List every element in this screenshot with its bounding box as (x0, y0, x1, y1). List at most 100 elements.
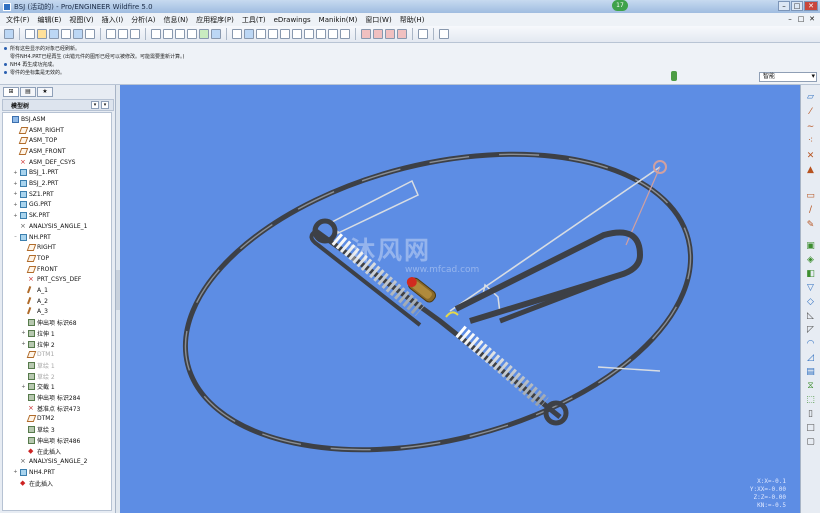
tree-item[interactable]: ◆ 在此插入 (21, 446, 61, 457)
expand-toggle-icon[interactable]: + (13, 202, 18, 208)
tree-item[interactable]: + 拉伸 2 (21, 339, 55, 350)
menu-manikin[interactable]: Manikin(M) (315, 16, 362, 24)
help-icon[interactable] (4, 29, 14, 39)
tree-item[interactable]: ASM_RIGHT (13, 125, 64, 136)
notification-badge[interactable]: 17 (612, 0, 628, 11)
tree-show-button[interactable]: ▾ (101, 101, 109, 109)
tree-settings-button[interactable]: ▾ (91, 101, 99, 109)
find-icon[interactable] (211, 29, 221, 39)
tree-item[interactable]: FRONT (21, 264, 58, 275)
menu-window[interactable]: 窗口(W) (361, 15, 395, 25)
expand-toggle-icon[interactable]: + (13, 181, 18, 187)
orient-mode-icon[interactable] (268, 29, 278, 39)
doc-restore-button[interactable]: □ (796, 14, 806, 24)
expand-toggle-icon[interactable]: + (21, 384, 26, 390)
annotation-icon[interactable] (418, 29, 428, 39)
tree-item[interactable]: + SZ1.PRT (13, 189, 54, 200)
pattern-icon[interactable]: ▤ (805, 367, 816, 378)
offset-icon[interactable]: □ (805, 423, 816, 434)
menu-edrawings[interactable]: eDrawings (270, 16, 315, 24)
menu-edit[interactable]: 编辑(E) (34, 15, 66, 25)
doc-minimize-button[interactable]: – (785, 14, 795, 24)
tree-item[interactable]: ⨯ PRT_CSYS_DEF (21, 275, 81, 286)
regenerate-icon[interactable] (199, 29, 209, 39)
tree-item[interactable]: A_3 (21, 307, 48, 318)
folder-browser-tab[interactable]: ▤ (20, 87, 36, 97)
zoom-out-icon[interactable] (292, 29, 302, 39)
tree-item[interactable]: ASM_TOP (13, 135, 57, 146)
close-button[interactable]: ✕ (804, 1, 818, 11)
expand-toggle-icon[interactable]: + (21, 341, 26, 347)
datum-plane-icon[interactable]: ▱ (805, 92, 816, 103)
zoom-in-icon[interactable] (280, 29, 290, 39)
paste-icon[interactable] (187, 29, 197, 39)
reorient-icon[interactable] (316, 29, 326, 39)
favorites-tab[interactable]: ★ (37, 87, 53, 97)
csys-icon[interactable]: ✕ (805, 151, 816, 162)
trim-icon[interactable]: ▯ (805, 409, 816, 420)
minimize-button[interactable]: – (778, 1, 790, 11)
tree-item[interactable]: + SK.PRT (13, 210, 50, 221)
csys-icon[interactable] (397, 29, 407, 39)
menu-file[interactable]: 文件(F) (2, 15, 34, 25)
print-icon[interactable] (61, 29, 71, 39)
tree-item[interactable]: + GG.PRT (13, 200, 51, 211)
menu-info[interactable]: 信息(N) (159, 15, 192, 25)
tree-item[interactable]: ASM_FRONT (13, 146, 66, 157)
sketch-icon[interactable]: ∼ (805, 122, 816, 133)
menu-tools[interactable]: 工具(T) (238, 15, 270, 25)
model-tree-tab[interactable]: ⊞ (3, 87, 19, 97)
tree-item[interactable]: 草绘 1 (21, 360, 55, 371)
copy-icon[interactable] (85, 29, 95, 39)
spin-center-icon[interactable] (256, 29, 266, 39)
note-icon[interactable]: ▭ (805, 191, 816, 202)
saved-views-icon[interactable] (328, 29, 338, 39)
expand-toggle-icon[interactable]: + (21, 330, 26, 336)
tree-item[interactable]: 伸出项 标识284 (21, 392, 80, 403)
expand-toggle-icon[interactable]: + (13, 213, 18, 219)
save-icon[interactable] (49, 29, 59, 39)
tree-item[interactable]: 草绘 2 (21, 371, 55, 382)
new-icon[interactable] (25, 29, 35, 39)
expand-toggle-icon[interactable]: – (13, 234, 18, 240)
menu-view[interactable]: 视图(V) (65, 15, 97, 25)
tree-item[interactable]: 草绘 3 (21, 424, 55, 435)
tree-item[interactable]: DTM1 (21, 349, 54, 360)
rib-icon[interactable]: ◺ (805, 311, 816, 322)
expand-toggle-icon[interactable]: + (13, 469, 18, 475)
shell-icon[interactable]: ◇ (805, 297, 816, 308)
tree-item[interactable]: TOP (21, 253, 49, 264)
doc-close-button[interactable]: ✕ (807, 14, 817, 24)
datum-plane-icon[interactable] (361, 29, 371, 39)
tree-item[interactable]: DTM2 (21, 414, 54, 425)
revolve-icon[interactable]: ◈ (805, 255, 816, 266)
draft-icon[interactable]: ◸ (805, 325, 816, 336)
tree-item[interactable]: ⨯ ANALYSIS_ANGLE_2 (13, 456, 88, 467)
open-icon[interactable] (37, 29, 47, 39)
menu-applications[interactable]: 应用程序(P) (192, 15, 238, 25)
menu-insert[interactable]: 插入(I) (98, 15, 128, 25)
expand-toggle-icon[interactable]: + (13, 170, 18, 176)
analysis-icon[interactable]: ▲ (805, 165, 816, 176)
sweep-icon[interactable]: ◧ (805, 269, 816, 280)
tree-item[interactable]: ⨯ ASM_DEF_CSYS (13, 157, 75, 168)
tree-item[interactable]: 伸出项 标识486 (21, 435, 80, 446)
tree-item[interactable]: RIGHT (21, 242, 56, 253)
menu-analysis[interactable]: 分析(A) (127, 15, 159, 25)
tree-item[interactable]: + 交截 1 (21, 382, 55, 393)
activate-icon[interactable] (130, 29, 140, 39)
window-icon[interactable] (106, 29, 116, 39)
extrude-icon[interactable]: ▣ (805, 241, 816, 252)
datum-point-icon[interactable] (385, 29, 395, 39)
redo-icon[interactable] (163, 29, 173, 39)
tree-item[interactable]: + BSJ_1.PRT (13, 168, 58, 179)
close-window-icon[interactable] (118, 29, 128, 39)
tree-item[interactable]: + NH4.PRT (13, 467, 55, 478)
tree-item[interactable]: A_1 (21, 285, 48, 296)
graphics-viewport[interactable]: 沐风网 www.mfcad.com X:X=-0.1 Y:XX=-0.00 Z:… (120, 85, 800, 513)
draft-sketch-icon[interactable]: ∕ (805, 205, 816, 216)
repaint-icon[interactable] (244, 29, 254, 39)
undo-icon[interactable] (151, 29, 161, 39)
model-player-icon[interactable] (439, 29, 449, 39)
style-icon[interactable]: ▢ (805, 437, 816, 448)
